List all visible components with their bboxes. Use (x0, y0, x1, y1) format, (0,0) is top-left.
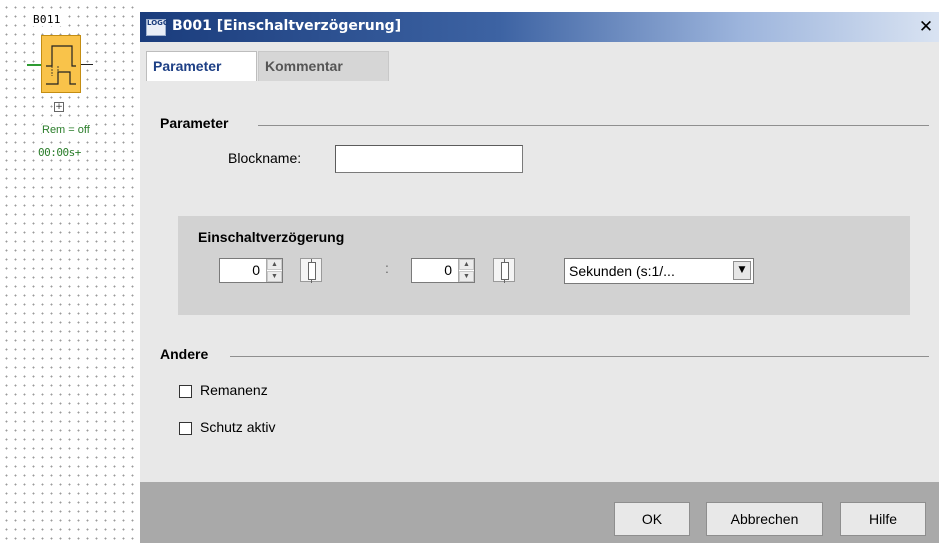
block-remanence-label: Rem = off (42, 124, 90, 136)
cancel-button[interactable]: Abbrechen (706, 502, 823, 536)
block-input-connector[interactable] (27, 64, 41, 66)
spin-up-icon[interactable]: ▲ (267, 259, 282, 270)
tab-kommentar[interactable]: Kommentar (258, 51, 389, 81)
time-separator: : (385, 260, 389, 276)
delay-group: Einschaltverzögerung 0 ▲ ▼ : 0 ▲ ▼ Sekun… (178, 216, 910, 315)
delay-value-2-spinner[interactable]: ▲ ▼ (458, 259, 474, 282)
other-section-heading: Andere (160, 346, 215, 362)
close-button[interactable]: ✕ (917, 18, 935, 36)
dialog-titlebar[interactable]: LOGO B001 [Einschaltverzögerung] ✕ (140, 12, 939, 42)
block-time-label: 00:00s+ (38, 146, 81, 159)
dialog-title: B001 [Einschaltverzögerung] (172, 18, 402, 34)
slider-icon (308, 259, 316, 283)
remanenz-checkbox[interactable] (179, 385, 192, 398)
parameter-panel: Parameter Blockname: Einschaltverzögerun… (140, 81, 939, 482)
time-unit-select[interactable]: Sekunden (s:1/... ▼ (564, 258, 754, 284)
spin-up-icon[interactable]: ▲ (459, 259, 474, 270)
program-canvas[interactable]: B011 + Rem = off 00:00s+ (0, 0, 140, 543)
slider-icon (501, 259, 509, 283)
tab-parameter[interactable]: Parameter (146, 51, 257, 81)
help-button[interactable]: Hilfe (840, 502, 926, 536)
parameter-section-divider (258, 125, 929, 126)
delay-value-1-spinner[interactable]: ▲ ▼ (266, 259, 282, 282)
other-section-divider (230, 356, 929, 357)
chevron-down-icon[interactable]: ▼ (733, 261, 751, 280)
delay-value-1-slider-button[interactable] (300, 258, 322, 283)
delay-value-2-slider-button[interactable] (493, 258, 515, 283)
on-delay-pulse-icon (46, 45, 76, 85)
blockname-input[interactable] (335, 145, 523, 173)
block-name-label: B011 (32, 13, 62, 26)
schutz-aktiv-checkbox[interactable] (179, 422, 192, 435)
time-unit-selected: Sekunden (s:1/... (569, 263, 675, 279)
spin-down-icon[interactable]: ▼ (459, 271, 474, 282)
schutz-aktiv-label[interactable]: Schutz aktiv (200, 419, 275, 435)
parameter-section-heading: Parameter (160, 115, 235, 131)
expand-icon[interactable]: + (54, 102, 64, 112)
spin-down-icon[interactable]: ▼ (267, 271, 282, 282)
block-properties-dialog: LOGO B001 [Einschaltverzögerung] ✕ Param… (140, 12, 939, 543)
on-delay-block[interactable] (41, 35, 81, 93)
dialog-button-bar: OK Abbrechen Hilfe (140, 482, 939, 543)
delay-group-heading: Einschaltverzögerung (198, 229, 345, 245)
logo-icon: LOGO (146, 19, 169, 36)
blockname-label: Blockname: (228, 150, 302, 166)
ok-button[interactable]: OK (614, 502, 690, 536)
remanenz-label[interactable]: Remanenz (200, 382, 268, 398)
block-output-connector[interactable] (81, 64, 93, 65)
